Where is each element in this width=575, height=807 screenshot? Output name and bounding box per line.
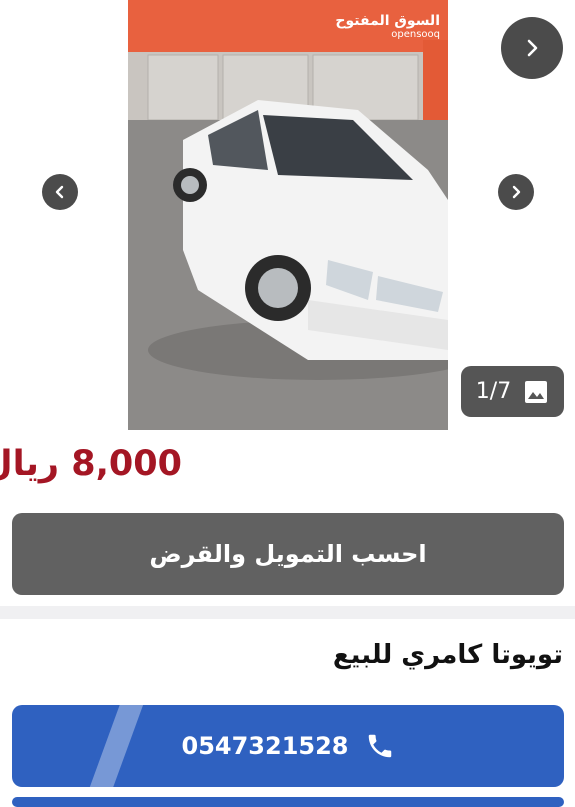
- car-illustration: [128, 0, 448, 430]
- watermark-latin: opensooq: [391, 29, 440, 41]
- next-image-button[interactable]: [498, 174, 534, 210]
- section-divider: [0, 606, 575, 619]
- listing-title: تويوتا كامري للبيع: [332, 640, 563, 670]
- phone-number: 0547321528: [181, 732, 349, 760]
- chevron-left-icon: [55, 185, 64, 199]
- chevron-right-icon: [527, 39, 538, 57]
- image-counter[interactable]: 1/7: [461, 366, 564, 417]
- next-button-edge[interactable]: [12, 797, 564, 807]
- car-photo[interactable]: السوق المفتوح opensooq: [128, 0, 448, 430]
- share-button[interactable]: [501, 17, 563, 79]
- watermark: السوق المفتوح opensooq: [335, 13, 440, 41]
- image-gallery: السوق المفتوح opensooq 1/7: [0, 0, 575, 430]
- price: 8,000 ريال: [0, 444, 182, 484]
- calculate-finance-button[interactable]: احسب التمويل والقرض: [12, 513, 564, 595]
- phone-icon: [368, 734, 391, 758]
- call-button[interactable]: 0547321528: [12, 705, 564, 787]
- button-shine: [82, 705, 148, 787]
- image-counter-text: 1/7: [475, 379, 512, 404]
- watermark-arabic: السوق المفتوح: [335, 13, 440, 29]
- image-icon: [525, 380, 548, 403]
- previous-image-button[interactable]: [42, 174, 78, 210]
- chevron-right-icon: [512, 185, 521, 199]
